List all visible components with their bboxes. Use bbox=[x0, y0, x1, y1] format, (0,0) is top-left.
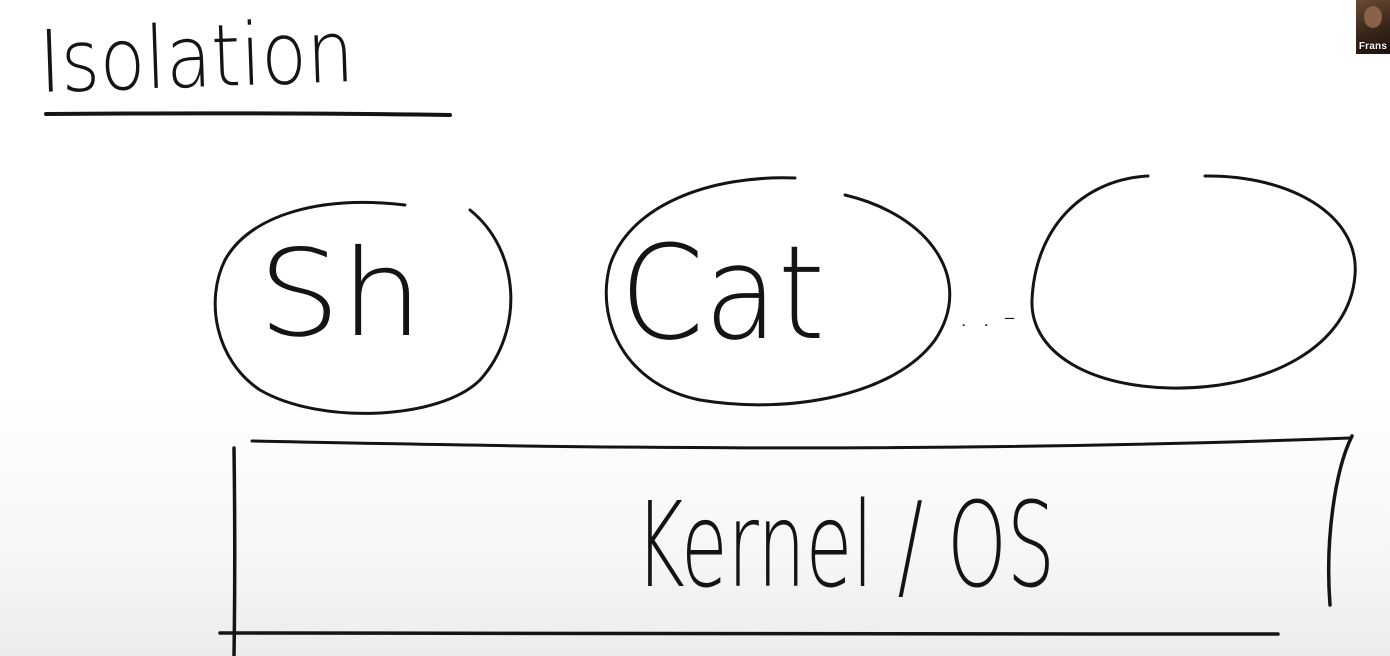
process-label: Sh bbox=[258, 225, 423, 364]
whiteboard-canvas: Isolation Sh Cat . . - Kernel / OS bbox=[0, 0, 1390, 656]
webcam-participant-name: Frans bbox=[1358, 41, 1388, 52]
process-cat: Cat bbox=[604, 176, 952, 407]
ellipsis-connector: . . - bbox=[958, 300, 1016, 333]
diagram-svg: Isolation Sh Cat . . - Kernel / OS bbox=[37, 2, 1357, 656]
kernel-box-right-edge bbox=[1327, 434, 1354, 607]
kernel-box-top-edge bbox=[250, 436, 1352, 450]
webcam-thumbnail: Frans bbox=[1356, 0, 1390, 54]
process-label: Cat bbox=[620, 217, 825, 369]
process-ellipse bbox=[1030, 174, 1357, 390]
title-underline bbox=[44, 111, 452, 117]
process-empty bbox=[1030, 174, 1357, 390]
kernel-box: Kernel / OS bbox=[218, 434, 1354, 656]
kernel-label: Kernel / OS bbox=[635, 476, 1055, 614]
kernel-box-bottom-edge bbox=[218, 631, 1280, 636]
kernel-box-left-edge bbox=[232, 446, 237, 656]
process-sh: Sh bbox=[213, 201, 513, 415]
avatar bbox=[1364, 6, 1382, 28]
diagram-title: Isolation bbox=[37, 2, 355, 113]
